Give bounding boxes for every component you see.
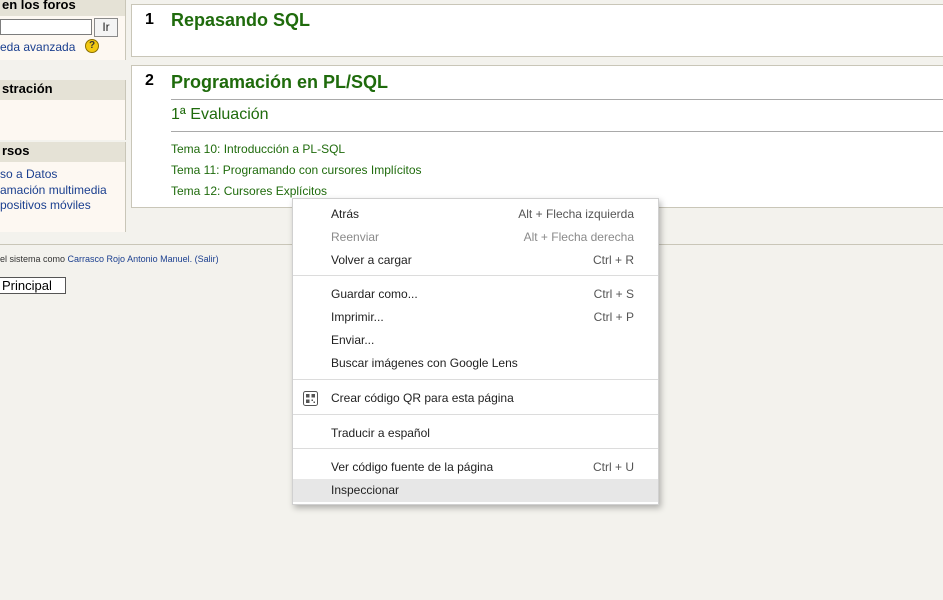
evaluation-label: 1ª Evaluación bbox=[171, 106, 943, 132]
menu-item-label: Crear código QR para esta página bbox=[331, 391, 514, 405]
menu-separator bbox=[293, 275, 658, 276]
courses-header: rsos bbox=[0, 142, 125, 162]
administration-block: stración bbox=[0, 80, 126, 140]
logout-link[interactable]: (Salir) bbox=[195, 254, 219, 264]
menu-separator bbox=[293, 414, 658, 415]
menu-item-view-source[interactable]: Ver código fuente de la página Ctrl + U bbox=[293, 456, 658, 479]
course-link[interactable]: positivos móviles bbox=[0, 198, 107, 214]
help-icon[interactable]: ? bbox=[85, 39, 99, 53]
browser-context-menu: Atrás Alt + Flecha izquierda Reenviar Al… bbox=[292, 198, 659, 505]
menu-item-google-lens[interactable]: Buscar imágenes con Google Lens bbox=[293, 352, 658, 375]
menu-item-label: Reenviar bbox=[331, 230, 380, 244]
menu-item-inspect[interactable]: Inspeccionar bbox=[293, 479, 658, 502]
menu-item-label: Traducir a español bbox=[331, 426, 430, 440]
advanced-search-link[interactable]: eda avanzada bbox=[0, 40, 75, 54]
menu-item-shortcut: Ctrl + U bbox=[592, 460, 634, 474]
login-info: el sistema como Carrasco Rojo Antonio Ma… bbox=[0, 254, 219, 264]
menu-item-label: Guardar como... bbox=[331, 287, 418, 301]
menu-item-label: Enviar... bbox=[331, 333, 375, 347]
forum-search-header: en los foros bbox=[0, 0, 125, 16]
topic-link[interactable]: Tema 10: Introducción a PL-SQL bbox=[171, 139, 422, 160]
course-link[interactable]: amación multimedia bbox=[0, 183, 107, 199]
home-button[interactable]: Principal bbox=[0, 277, 66, 294]
menu-item-shortcut: Alt + Flecha izquierda bbox=[518, 207, 634, 221]
section-title: Programación en PL/SQL bbox=[171, 72, 943, 100]
menu-item-label: Atrás bbox=[331, 207, 360, 221]
menu-item-save-as[interactable]: Guardar como... Ctrl + S bbox=[293, 283, 658, 306]
menu-item-shortcut: Alt + Flecha derecha bbox=[523, 230, 634, 244]
menu-separator bbox=[293, 379, 658, 380]
menu-item-shortcut: Ctrl + R bbox=[592, 253, 634, 267]
menu-item-send[interactable]: Enviar... bbox=[293, 329, 658, 352]
menu-item-label: Ver código fuente de la página bbox=[331, 460, 494, 474]
menu-item-shortcut: Ctrl + P bbox=[593, 310, 634, 324]
menu-separator bbox=[293, 448, 658, 449]
forum-search-block: en los foros Ir eda avanzada ? bbox=[0, 0, 126, 60]
course-link[interactable]: so a Datos bbox=[0, 167, 107, 183]
user-name-link[interactable]: Carrasco Rojo Antonio Manuel. bbox=[68, 254, 193, 264]
courses-block: rsos so a Datos amación multimedia posit… bbox=[0, 142, 126, 232]
courses-list: so a Datos amación multimedia positivos … bbox=[0, 167, 107, 214]
menu-item-label: Buscar imágenes con Google Lens bbox=[331, 356, 518, 370]
qr-code-icon bbox=[303, 391, 318, 406]
left-sidebar: en los foros Ir eda avanzada ? stración … bbox=[0, 0, 126, 232]
section-number: 1 bbox=[145, 11, 154, 28]
menu-item-label: Imprimir... bbox=[331, 310, 384, 324]
menu-item-label: Volver a cargar bbox=[331, 253, 412, 267]
course-section-2: 2 Programación en PL/SQL 1ª Evaluación T… bbox=[131, 65, 943, 208]
menu-item-create-qr[interactable]: Crear código QR para esta página bbox=[293, 387, 658, 410]
forum-go-button[interactable]: Ir bbox=[94, 18, 118, 37]
menu-item-forward[interactable]: Reenviar Alt + Flecha derecha bbox=[293, 226, 658, 249]
menu-item-translate[interactable]: Traducir a español bbox=[293, 422, 658, 445]
menu-item-shortcut: Ctrl + S bbox=[593, 287, 634, 301]
menu-item-print[interactable]: Imprimir... Ctrl + P bbox=[293, 306, 658, 329]
menu-item-reload[interactable]: Volver a cargar Ctrl + R bbox=[293, 249, 658, 272]
topic-list: Tema 10: Introducción a PL-SQL Tema 11: … bbox=[171, 139, 422, 202]
menu-item-label: Inspeccionar bbox=[331, 483, 400, 497]
forum-search-input[interactable] bbox=[0, 19, 92, 35]
topic-link[interactable]: Tema 11: Programando con cursores Implíc… bbox=[171, 160, 422, 181]
login-prefix: el sistema como bbox=[0, 254, 66, 264]
section-number: 2 bbox=[145, 72, 154, 89]
administration-header: stración bbox=[0, 80, 125, 100]
menu-item-back[interactable]: Atrás Alt + Flecha izquierda bbox=[293, 203, 658, 226]
course-section-1: 1 Repasando SQL bbox=[131, 4, 943, 57]
section-title: Repasando SQL bbox=[171, 10, 311, 30]
